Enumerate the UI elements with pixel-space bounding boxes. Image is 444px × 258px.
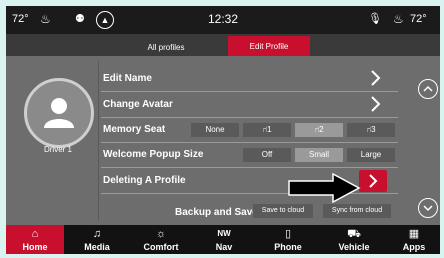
music-note-icon: ♫: [92, 228, 102, 240]
nav-label: Media: [84, 242, 110, 252]
row-change-avatar[interactable]: Change Avatar: [101, 93, 398, 118]
profile-tabs: All profiles Edit Profile: [6, 34, 440, 56]
bottom-nav: ⌂ Home ♫ Media ☼ Comfort NW Nav ▯ Phone …: [6, 225, 440, 254]
change-avatar-label: Change Avatar: [103, 99, 173, 110]
pointer-arrow-icon: [288, 173, 361, 203]
popup-option-small[interactable]: Small: [295, 148, 343, 162]
heated-steering-icon[interactable]: ♨: [393, 12, 404, 26]
row-backup-save: Backup and Save Save to cloud Sync from …: [101, 201, 398, 223]
home-icon: ⌂: [31, 228, 39, 240]
chevron-right-icon[interactable]: [367, 70, 383, 86]
status-bar: 72° ♨ ⚉ ▲ 12:32 🎙 ♨ 72°: [6, 6, 440, 34]
nav-media[interactable]: ♫ Media: [68, 225, 126, 254]
scroll-up-button[interactable]: [418, 79, 438, 99]
nav-label: Vehicle: [338, 242, 370, 252]
popup-option-large[interactable]: Large: [347, 148, 395, 162]
welcome-popup-label: Welcome Popup Size: [103, 149, 204, 160]
delete-profile-button[interactable]: [359, 170, 387, 192]
nav-label: Home: [22, 242, 48, 252]
memory-seat-option-3[interactable]: ⑁3: [347, 123, 395, 137]
nav-vehicle[interactable]: ⛟ Vehicle: [324, 225, 384, 254]
divider: [98, 61, 99, 221]
apps-grid-icon: ▦: [408, 228, 420, 240]
avatar[interactable]: [24, 78, 94, 148]
deleting-profile-label: Deleting A Profile: [103, 175, 186, 186]
chevron-right-icon[interactable]: [367, 96, 383, 112]
nav-home[interactable]: ⌂ Home: [6, 225, 64, 254]
nav-label: Phone: [274, 242, 302, 252]
passenger-temperature[interactable]: 72°: [410, 13, 427, 25]
edit-name-label: Edit Name: [103, 73, 152, 84]
nav-phone[interactable]: ▯ Phone: [260, 225, 316, 254]
car-icon: ⛟: [347, 228, 361, 240]
tab-all-profiles[interactable]: All profiles: [126, 38, 206, 56]
phone-icon: ▯: [284, 228, 292, 240]
chevron-up-icon: [423, 85, 433, 92]
memory-seat-label: Memory Seat: [103, 124, 166, 135]
nav-nav[interactable]: NW Nav: [199, 225, 249, 254]
nav-comfort[interactable]: ☼ Comfort: [130, 225, 192, 254]
row-memory-seat: Memory Seat None ⑁1 ⑁2 ⑁3: [101, 118, 398, 143]
nav-apps[interactable]: ▦ Apps: [390, 225, 438, 254]
tab-edit-profile[interactable]: Edit Profile: [228, 36, 310, 56]
popup-option-off[interactable]: Off: [243, 148, 291, 162]
nav-label: Apps: [402, 242, 426, 252]
memory-seat-option-none[interactable]: None: [191, 123, 239, 137]
person-silhouette-icon: [44, 98, 74, 128]
sync-from-cloud-button[interactable]: Sync from cloud: [323, 204, 391, 218]
scroll-down-button[interactable]: [418, 198, 438, 218]
row-welcome-popup-size: Welcome Popup Size Off Small Large: [101, 143, 398, 168]
nav-label: Comfort: [143, 242, 179, 252]
chevron-down-icon: [423, 205, 433, 212]
memory-seat-option-1[interactable]: ⑁1: [243, 123, 291, 137]
nav-label: Nav: [215, 242, 233, 252]
backup-save-label: Backup and Save: [175, 207, 258, 218]
row-edit-name[interactable]: Edit Name: [101, 67, 398, 92]
profile-name: Driver 1: [43, 145, 72, 154]
memory-seat-option-2[interactable]: ⑁2: [295, 123, 343, 137]
compass-icon: NW: [217, 229, 231, 238]
microphone-icon[interactable]: 🎙: [368, 12, 382, 25]
climate-icon: ☼: [155, 228, 167, 240]
save-to-cloud-button[interactable]: Save to cloud: [253, 204, 313, 218]
infotainment-screen: 72° ♨ ⚉ ▲ 12:32 🎙 ♨ 72° All profiles Edi…: [6, 6, 440, 254]
